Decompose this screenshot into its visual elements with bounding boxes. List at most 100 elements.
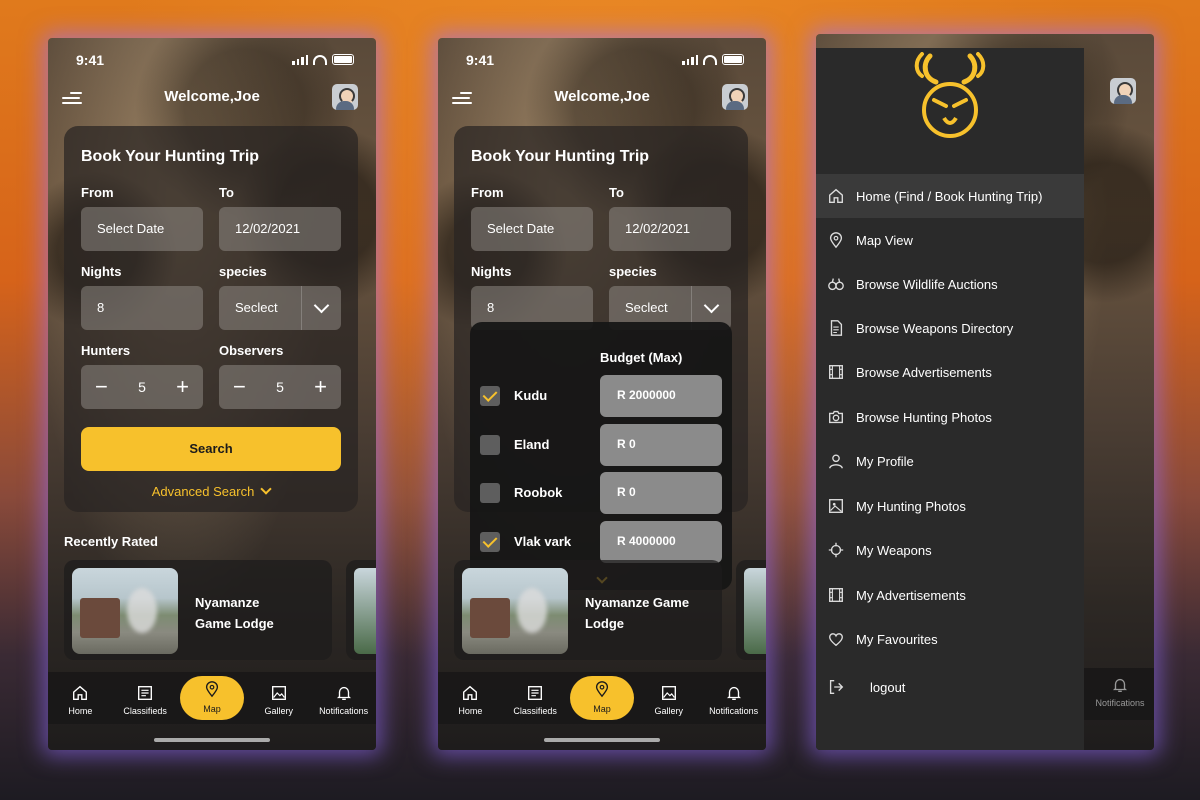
drawer-item-home[interactable]: Home (Find / Book Hunting Trip) bbox=[816, 174, 1084, 218]
status-icons bbox=[682, 54, 744, 65]
top-bar: Welcome,Joe bbox=[438, 84, 766, 112]
search-button[interactable]: Search bbox=[81, 427, 341, 471]
species-name: Kudu bbox=[514, 388, 548, 403]
home-icon bbox=[73, 685, 88, 700]
checkbox[interactable] bbox=[480, 386, 500, 406]
avatar[interactable] bbox=[722, 84, 748, 110]
nights-field[interactable]: 8 bbox=[81, 286, 203, 330]
hunters-stepper: − 5 + bbox=[81, 365, 203, 409]
minus-icon[interactable]: − bbox=[233, 376, 246, 398]
drawer-item-label: My Hunting Photos bbox=[856, 498, 966, 514]
nav-label: Home bbox=[458, 706, 483, 716]
observers-stepper: − 5 + bbox=[219, 365, 341, 409]
nav-notifications[interactable]: Notifications bbox=[1090, 672, 1150, 708]
observers-label: Observers bbox=[219, 343, 284, 358]
nav-home[interactable]: Home bbox=[440, 680, 500, 716]
nav-home[interactable]: Home bbox=[50, 680, 110, 716]
nav-gallery[interactable]: Gallery bbox=[249, 680, 309, 716]
drawer-item-label: Home (Find / Book Hunting Trip) bbox=[856, 188, 1043, 204]
phone-drawer-screen: Notifications Home (Find / Book Hunting … bbox=[816, 34, 1154, 750]
film-icon bbox=[829, 588, 843, 602]
nav-notifications[interactable]: Notifications bbox=[704, 680, 764, 716]
drawer-item-weapons-directory[interactable]: Browse Weapons Directory bbox=[816, 306, 1084, 350]
budget-input[interactable]: R 0 bbox=[600, 472, 722, 514]
from-date-field[interactable]: Select Date bbox=[471, 207, 593, 251]
checkbox[interactable] bbox=[480, 435, 500, 455]
drawer-item-label: My Advertisements bbox=[856, 587, 966, 603]
status-time: 9:41 bbox=[466, 52, 495, 68]
budget-input[interactable]: R 0 bbox=[600, 424, 722, 466]
lodge-card[interactable]: Nyamanze Game Lodge bbox=[454, 560, 722, 660]
nav-notifications[interactable]: Notifications bbox=[314, 680, 374, 716]
document-icon bbox=[830, 320, 843, 336]
nights-label: Nights bbox=[81, 264, 122, 279]
budget-title: Budget (Max) bbox=[600, 350, 683, 365]
home-icon bbox=[463, 685, 478, 700]
nav-label: Classifieds bbox=[513, 706, 557, 716]
welcome-title: Welcome,Joe bbox=[164, 88, 260, 105]
battery-icon bbox=[332, 54, 354, 65]
kudu-logo bbox=[914, 52, 986, 138]
from-date-field[interactable]: Select Date bbox=[81, 207, 203, 251]
drawer-item-map-view[interactable]: Map View bbox=[816, 218, 1084, 262]
gallery-icon bbox=[661, 686, 676, 700]
species-select[interactable]: Seclect bbox=[219, 286, 341, 330]
checkbox[interactable] bbox=[480, 483, 500, 503]
lodge-card[interactable]: Nyamanze Game Lodge bbox=[64, 560, 332, 660]
species-row: Roobok R 0 bbox=[470, 472, 732, 514]
species-select-value: Seclect bbox=[625, 300, 668, 315]
classifieds-icon bbox=[138, 686, 153, 700]
signal-icon bbox=[682, 54, 698, 65]
nav-gallery[interactable]: Gallery bbox=[639, 680, 699, 716]
drawer-item-label: My Weapons bbox=[856, 542, 932, 558]
film-icon bbox=[829, 365, 843, 379]
recently-rated-title: Recently Rated bbox=[64, 534, 158, 549]
species-row: Kudu R 2000000 bbox=[470, 375, 732, 417]
budget-input[interactable]: R 4000000 bbox=[600, 521, 722, 563]
advanced-search-link[interactable]: Advanced Search bbox=[64, 483, 358, 499]
drawer-item-label: Browse Hunting Photos bbox=[856, 409, 992, 425]
from-label: From bbox=[471, 185, 504, 200]
nav-map[interactable]: Map bbox=[179, 676, 244, 720]
hunters-value: 5 bbox=[138, 379, 146, 395]
drawer-item-hunting-photos[interactable]: Browse Hunting Photos bbox=[816, 395, 1084, 439]
drawer-item-my-weapons[interactable]: My Weapons bbox=[816, 528, 1084, 572]
avatar[interactable] bbox=[332, 84, 358, 110]
nav-classifieds[interactable]: Classifieds bbox=[115, 680, 175, 716]
drawer-item-my-profile[interactable]: My Profile bbox=[816, 439, 1084, 483]
lodge-card-next[interactable] bbox=[736, 560, 766, 660]
avatar[interactable] bbox=[1110, 78, 1136, 104]
species-name: Roobok bbox=[514, 485, 563, 500]
budget-input[interactable]: R 2000000 bbox=[600, 375, 722, 417]
booking-card: Book Your Hunting Trip From To Select Da… bbox=[64, 126, 358, 512]
drawer-item-label: My Profile bbox=[856, 453, 914, 469]
nav-map[interactable]: Map bbox=[569, 676, 634, 720]
drawer-item-my-advertisements[interactable]: My Advertisements bbox=[816, 573, 1084, 617]
bottom-nav-partial: Notifications bbox=[1084, 668, 1154, 720]
minus-icon[interactable]: − bbox=[95, 376, 108, 398]
drawer-item-my-hunting-photos[interactable]: My Hunting Photos bbox=[816, 484, 1084, 528]
plus-icon[interactable]: + bbox=[314, 376, 327, 398]
nav-label: Map bbox=[593, 704, 611, 714]
drawer-item-label: My Favourites bbox=[856, 631, 938, 647]
crosshair-icon bbox=[828, 542, 844, 558]
bottom-nav: Home Classifieds Map Gallery Notificatio… bbox=[438, 672, 766, 724]
drawer-item-advertisements[interactable]: Browse Advertisements bbox=[816, 350, 1084, 394]
lodge-name-line: Lodge bbox=[585, 616, 624, 631]
battery-icon bbox=[722, 54, 744, 65]
lodge-name-line: Nyamanze Game bbox=[585, 595, 690, 610]
nav-label: Notifications bbox=[1095, 698, 1145, 708]
species-row: Vlak vark R 4000000 bbox=[470, 521, 732, 563]
to-date-field[interactable]: 12/02/2021 bbox=[219, 207, 341, 251]
drawer-item-logout[interactable]: logout bbox=[816, 665, 1084, 709]
lodge-card-next[interactable] bbox=[346, 560, 376, 660]
plus-icon[interactable]: + bbox=[176, 376, 189, 398]
drawer-item-my-favourites[interactable]: My Favourites bbox=[816, 617, 1084, 661]
chevron-down-icon bbox=[260, 483, 272, 495]
to-date-field[interactable]: 12/02/2021 bbox=[609, 207, 731, 251]
nav-classifieds[interactable]: Classifieds bbox=[505, 680, 565, 716]
drawer-item-wildlife-auctions[interactable]: Browse Wildlife Auctions bbox=[816, 262, 1084, 306]
map-pin-icon bbox=[829, 232, 843, 249]
checkbox[interactable] bbox=[480, 532, 500, 552]
species-label: species bbox=[219, 264, 267, 279]
